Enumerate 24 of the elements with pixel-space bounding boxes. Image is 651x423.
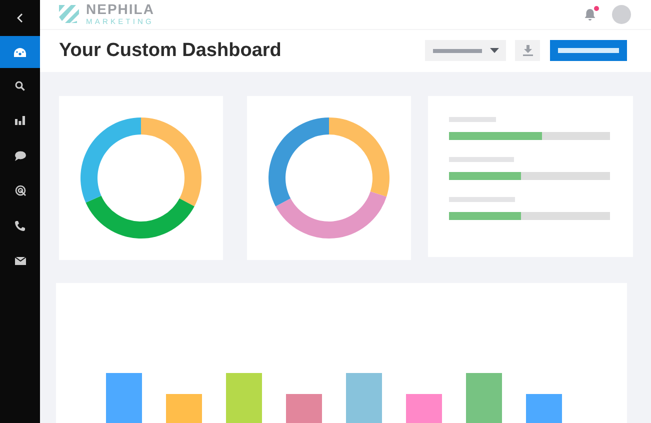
chat-icon — [14, 150, 26, 160]
chart-bar — [526, 394, 562, 423]
dropdown[interactable] — [425, 40, 506, 62]
target-icon — [14, 185, 26, 196]
caret-icon — [490, 48, 499, 54]
bar-chart-icon — [15, 116, 25, 125]
notification-button[interactable] — [584, 8, 596, 21]
dashboard-icon — [14, 48, 26, 56]
chart-bar — [286, 394, 322, 423]
page-title: Your Custom Dashboard — [59, 40, 282, 62]
back-icon — [16, 13, 24, 23]
chart-bar — [406, 394, 442, 423]
search-icon — [15, 80, 25, 90]
primary-button[interactable] — [550, 40, 627, 62]
chart-bar — [466, 373, 502, 423]
phone-icon — [15, 220, 25, 230]
chart-bar — [346, 373, 382, 423]
chart-bar — [226, 373, 262, 423]
mail-icon — [14, 256, 26, 264]
chart-bar — [106, 373, 142, 423]
chart-bar — [166, 394, 202, 423]
logo-name: NEPHILA — [86, 2, 154, 18]
download-icon — [522, 45, 532, 56]
download-button[interactable] — [515, 40, 540, 62]
